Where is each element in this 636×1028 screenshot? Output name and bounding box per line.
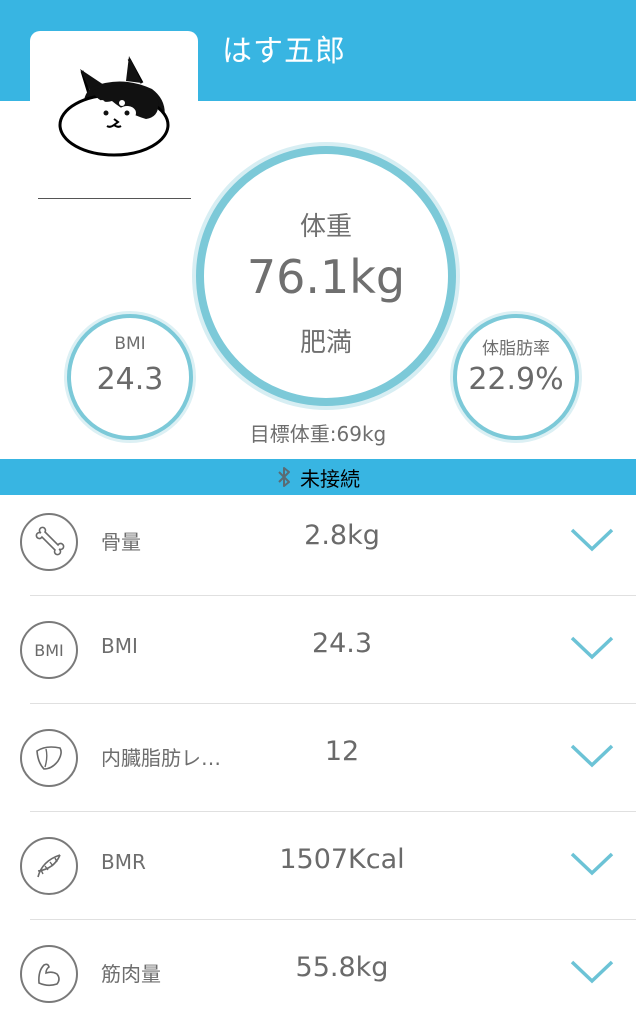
metric-name: 骨量 (101, 530, 141, 554)
bmi-label: BMI (114, 334, 146, 354)
metric-row-bmi[interactable]: BMI BMI 24.3 (0, 596, 636, 704)
metric-value: 24.3 (311, 628, 373, 659)
chevron-down-icon[interactable] (569, 634, 615, 662)
shiba-dog-avatar-icon (58, 56, 170, 157)
bone-icon (20, 513, 78, 571)
target-weight: 目標体重:69kg (249, 422, 387, 446)
metric-row-muscle-mass[interactable]: 筋肉量 55.8kg (0, 920, 636, 1028)
weight-circle[interactable]: 体重 76.1kg 肥満 (196, 146, 456, 406)
metric-row-bmr[interactable]: BMR 1507Kcal (0, 812, 636, 920)
bluetooth-icon (278, 467, 290, 487)
metric-row-bone-mass[interactable]: 骨量 2.8kg (0, 488, 636, 596)
avatar[interactable] (30, 31, 198, 165)
weight-label: 体重 (299, 212, 352, 242)
muscle-icon (20, 945, 78, 1003)
dna-icon (20, 837, 78, 895)
metric-value: 2.8kg (304, 520, 380, 551)
metric-name: BMR (101, 850, 146, 874)
chevron-down-icon[interactable] (569, 958, 615, 986)
metric-row-visceral-fat[interactable]: 内臓脂肪レ… 12 (0, 704, 636, 812)
user-name: はす五郎 (222, 34, 346, 69)
body-fat-label: 体脂肪率 (482, 339, 550, 359)
bmi-value: 24.3 (96, 362, 164, 397)
weight-value: 76.1kg (246, 250, 406, 304)
metric-value: 12 (324, 736, 360, 767)
chevron-down-icon[interactable] (569, 850, 615, 878)
metric-name: BMI (101, 634, 138, 658)
body-fat-value: 22.9% (468, 362, 564, 397)
metric-name: 筋肉量 (101, 962, 161, 986)
metric-value: 1507Kcal (279, 844, 405, 875)
chevron-down-icon[interactable] (569, 526, 615, 554)
avatar-underline (38, 198, 191, 199)
chevron-down-icon[interactable] (569, 742, 615, 770)
liver-icon (20, 729, 78, 787)
metric-name: 内臓脂肪レ… (101, 746, 221, 770)
bmi-icon: BMI (20, 621, 78, 679)
weight-status: 肥満 (299, 328, 352, 358)
metric-value: 55.8kg (295, 952, 389, 983)
